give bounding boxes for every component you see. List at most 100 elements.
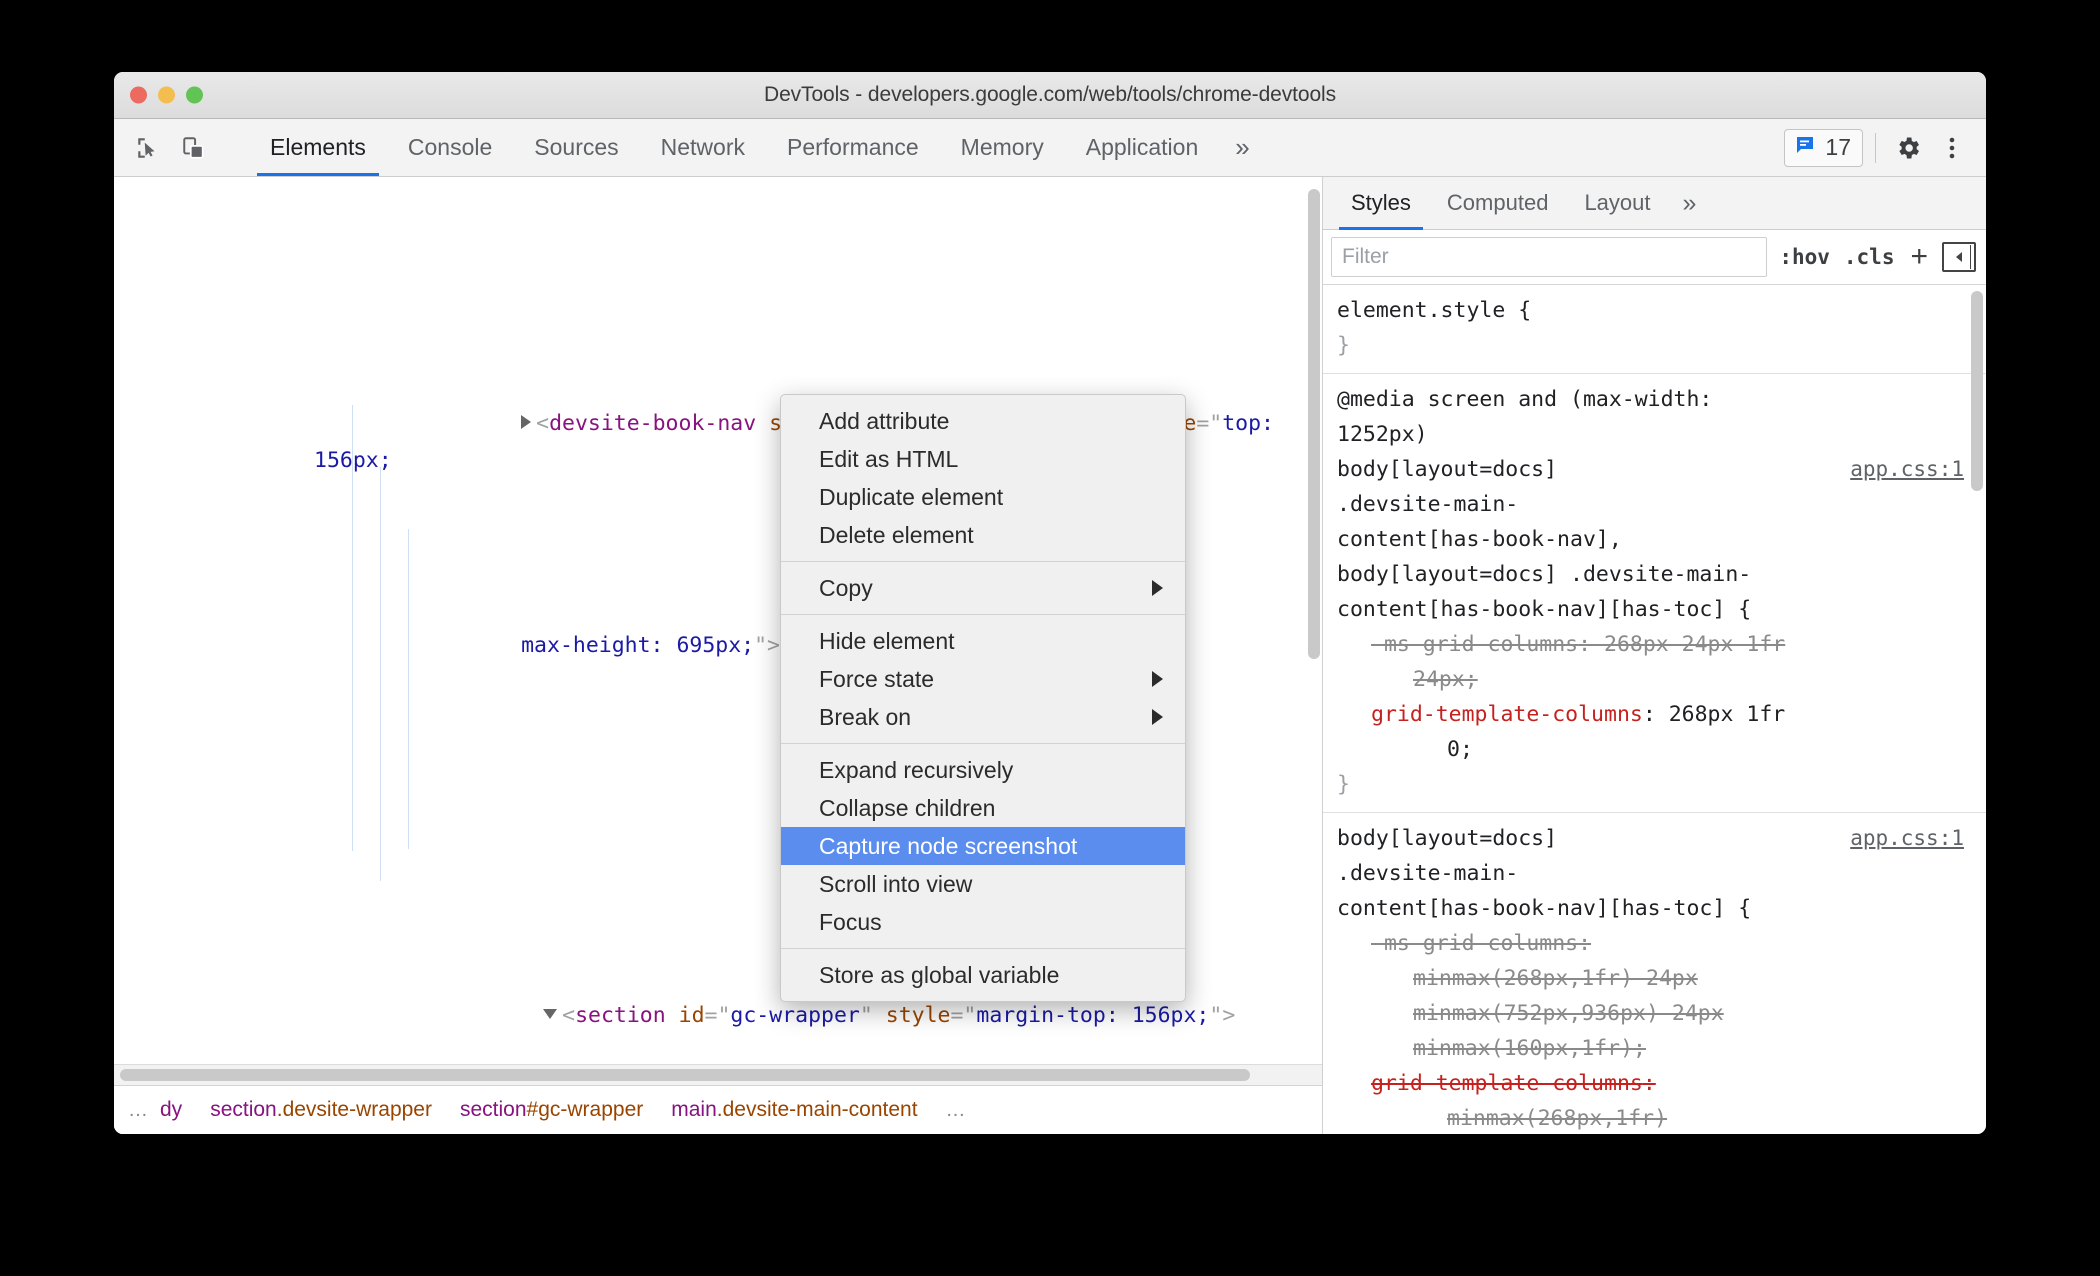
context-menu-separator: [781, 743, 1185, 744]
expand-triangle-icon[interactable]: [521, 415, 532, 429]
breadcrumb-item-main-devsite-main-content[interactable]: main.devsite-main-content: [657, 1098, 932, 1122]
tab-performance[interactable]: Performance: [766, 119, 940, 176]
style-property-grid-template-columns-2[interactable]: grid-template-columns:: [1337, 1066, 1968, 1101]
context-menu-separator: [781, 561, 1185, 562]
dom-horizontal-scrollbar-thumb[interactable]: [120, 1069, 1250, 1081]
window-controls[interactable]: [130, 86, 203, 104]
toolbar-divider-2: [1875, 132, 1876, 163]
tab-layout[interactable]: Layout: [1566, 177, 1668, 229]
style-rule-media-app-css[interactable]: @media screen and (max-width: 1252px)@me…: [1323, 374, 1986, 813]
tab-sources[interactable]: Sources: [513, 119, 639, 176]
gear-icon[interactable]: [1888, 128, 1928, 168]
breadcrumb: … dy section.devsite-wrapper section#gc-…: [114, 1085, 1322, 1134]
rule-close-brace: }: [1337, 772, 1350, 797]
filter-input[interactable]: Filter: [1331, 237, 1768, 277]
style-property-ms-grid-columns[interactable]: -ms-grid-columns: 268px 24px 1fr: [1337, 627, 1968, 662]
context-menu-item-capture-node-screenshot[interactable]: Capture node screenshot: [781, 827, 1185, 865]
style-property-grid-template-columns-cont: 0;: [1447, 737, 1473, 762]
rule-origin-link[interactable]: app.css:1: [1850, 821, 1964, 856]
toggle-hover-state-button[interactable]: :hov: [1777, 245, 1832, 269]
toggle-class-button[interactable]: .cls: [1842, 245, 1897, 269]
rule-selector-line-4[interactable]: body[layout=docs] .devsite-main-: [1337, 557, 1968, 592]
rule-selector-line-5[interactable]: content[has-book-nav][has-toc] {: [1337, 592, 1968, 627]
window-title: DevTools - developers.google.com/web/too…: [764, 83, 1336, 106]
property-name[interactable]: grid-template-columns: [1371, 702, 1643, 727]
context-menu-item-break-on[interactable]: Break on: [781, 698, 1185, 736]
toolbar-right-actions: 17: [1778, 119, 1972, 176]
dom-horizontal-scrollbar[interactable]: [114, 1064, 1322, 1085]
context-menu-item-force-state[interactable]: Force state: [781, 660, 1185, 698]
issues-count: 17: [1825, 134, 1851, 160]
submenu-arrow-icon: [1152, 580, 1163, 596]
style-property-ms-grid-columns-2[interactable]: -ms-grid-columns:: [1337, 926, 1968, 961]
tab-network[interactable]: Network: [640, 119, 766, 176]
tab-console[interactable]: Console: [387, 119, 513, 176]
context-menu-item-expand-recursively[interactable]: Expand recursively: [781, 751, 1185, 789]
tree-guide-line: [352, 405, 353, 851]
rule-selector-line-1[interactable]: body[layout=docs] app.css:1: [1337, 452, 1968, 487]
style-rule-element-style[interactable]: element.style { }: [1323, 285, 1986, 374]
style-rule-base-app-css[interactable]: body[layout=docs] app.css:1 .devsite-mai…: [1323, 813, 1986, 1134]
kebab-menu-icon[interactable]: [1932, 128, 1972, 168]
styles-pane: Styles Computed Layout » Filter :hov .cl…: [1323, 177, 1986, 1134]
tab-memory[interactable]: Memory: [940, 119, 1065, 176]
context-menu-item-focus[interactable]: Focus: [781, 903, 1185, 941]
style-property-grid-template-columns[interactable]: grid-template-columns: 268px 1fr: [1337, 697, 1968, 732]
context-menu-item-collapse-children[interactable]: Collapse children: [781, 789, 1185, 827]
property-value[interactable]: 268px 1fr: [1669, 702, 1786, 727]
collapse-triangle-icon[interactable]: [543, 1009, 558, 1019]
issues-button[interactable]: 17: [1784, 128, 1863, 167]
context-menu-item-copy[interactable]: Copy: [781, 569, 1185, 607]
context-menu-item-scroll-into-view[interactable]: Scroll into view: [781, 865, 1185, 903]
device-toolbar-icon[interactable]: [174, 128, 214, 168]
panel-tabs: Elements Console Sources Network Perform…: [249, 119, 1778, 176]
styles-rules-list[interactable]: element.style { } @media screen and (max…: [1323, 285, 1986, 1134]
property-name[interactable]: -ms-grid-columns: [1371, 931, 1578, 956]
breadcrumb-item-body[interactable]: dy: [160, 1098, 196, 1122]
styles-filter-bar: Filter :hov .cls +: [1323, 230, 1986, 285]
tab-styles[interactable]: Styles: [1333, 177, 1429, 230]
grid-template-columns-value-line-1: minmax(268px,1fr): [1447, 1106, 1668, 1131]
screenshot-root: DevTools - developers.google.com/web/too…: [0, 0, 2100, 1276]
context-menu[interactable]: Add attribute Edit as HTML Duplicate ele…: [780, 394, 1186, 1002]
breadcrumb-item-section-gc-wrapper[interactable]: section#gc-wrapper: [446, 1098, 657, 1122]
rule-origin-link[interactable]: app.css:1: [1850, 452, 1964, 487]
property-name[interactable]: -ms-grid-columns: [1371, 632, 1578, 657]
breadcrumb-overflow-right[interactable]: …: [932, 1099, 978, 1122]
context-menu-item-duplicate-element[interactable]: Duplicate element: [781, 478, 1185, 516]
tab-elements[interactable]: Elements: [249, 119, 387, 176]
minimize-window-button[interactable]: [158, 86, 175, 104]
tab-application[interactable]: Application: [1065, 119, 1220, 176]
rule-selector-line-2[interactable]: .devsite-main-: [1337, 856, 1968, 891]
context-menu-item-delete-element[interactable]: Delete element: [781, 516, 1185, 554]
tab-computed[interactable]: Computed: [1429, 177, 1567, 229]
submenu-arrow-icon: [1152, 709, 1163, 725]
breadcrumb-overflow-left[interactable]: …: [114, 1099, 160, 1122]
context-menu-separator: [781, 948, 1185, 949]
dom-vertical-scrollbar[interactable]: [1308, 189, 1320, 659]
more-tabs-chevron-icon[interactable]: »: [1219, 119, 1265, 176]
rule-selector-line-3[interactable]: content[has-book-nav],: [1337, 522, 1968, 557]
styles-vertical-scrollbar[interactable]: [1971, 291, 1983, 491]
breadcrumb-item-section-devsite-wrapper[interactable]: section.devsite-wrapper: [196, 1098, 446, 1122]
context-menu-item-add-attribute[interactable]: Add attribute: [781, 402, 1185, 440]
context-menu-item-edit-as-html[interactable]: Edit as HTML: [781, 440, 1185, 478]
inspect-cursor-icon[interactable]: [128, 128, 168, 168]
maximize-window-button[interactable]: [186, 86, 203, 104]
property-name[interactable]: grid-template-columns: [1371, 1071, 1643, 1096]
styles-more-tabs-chevron-icon[interactable]: »: [1669, 177, 1711, 229]
rule-selector[interactable]: element.style {: [1337, 293, 1968, 328]
toggle-sidebar-icon[interactable]: [1942, 242, 1976, 272]
window-titlebar: DevTools - developers.google.com/web/too…: [114, 72, 1986, 119]
close-window-button[interactable]: [130, 86, 147, 104]
new-style-rule-button[interactable]: +: [1906, 242, 1932, 272]
ms-grid-columns-value-line-3: minmax(160px,1fr);: [1413, 1036, 1646, 1061]
rule-selector-line-3[interactable]: content[has-book-nav][has-toc] {: [1337, 891, 1968, 926]
media-query: @media screen and (max-width: 1252px)@me…: [1337, 387, 1713, 412]
context-menu-item-hide-element[interactable]: Hide element: [781, 622, 1185, 660]
property-value[interactable]: 268px 24px 1fr: [1604, 632, 1785, 657]
issues-message-icon: [1793, 133, 1817, 162]
context-menu-item-store-as-global-variable[interactable]: Store as global variable: [781, 956, 1185, 994]
rule-selector-line-2[interactable]: .devsite-main-: [1337, 487, 1968, 522]
rule-selector-line-1[interactable]: body[layout=docs] app.css:1: [1337, 821, 1968, 856]
